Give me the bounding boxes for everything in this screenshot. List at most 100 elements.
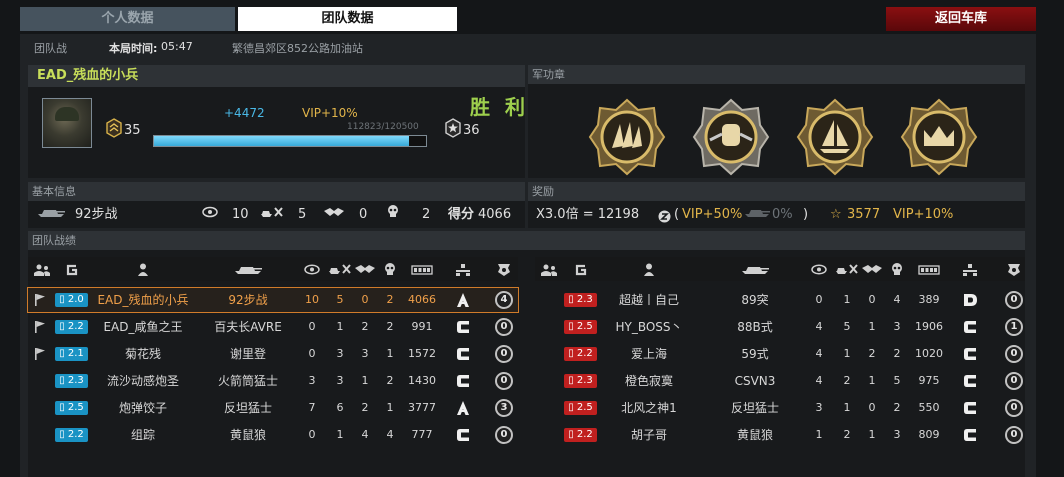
kill-cell: 4	[386, 428, 394, 441]
vehicle-col-icon-svg	[742, 267, 769, 274]
spot-cell: 0	[308, 347, 316, 360]
kill-cell: 3	[893, 428, 901, 441]
player-name-cell[interactable]: 胡子哥	[599, 423, 699, 447]
tab-personal-data[interactable]: 个人数据	[20, 7, 235, 31]
team-col-icon[interactable]	[539, 257, 559, 281]
xp-progress-fill	[154, 136, 409, 146]
basic-info-header: 基本信息	[28, 182, 525, 201]
spot-cell: 0	[308, 428, 316, 441]
table-row[interactable]: ▯ 2.1 菊花残 谢里登 0 3 3 1 1572 0	[28, 342, 518, 366]
ship-medal-icon[interactable]	[796, 98, 874, 176]
table-row[interactable]: ▯ 2.5 HY_BOSS丶 88B式 4 5 1 3 1906 1	[535, 315, 1025, 339]
rank-next: 36	[463, 123, 480, 138]
award-badge: 0	[495, 345, 513, 363]
assist-col-icon-svg	[355, 265, 375, 273]
vehicle-col-icon[interactable]	[705, 257, 805, 281]
wing-medal-icon[interactable]	[588, 98, 666, 176]
score-cell: 389	[918, 293, 940, 306]
team-col-icon[interactable]	[32, 257, 52, 281]
table-row[interactable]: ▯ 2.0 EAD_残血的小兵 92步战 10 5 0 2 4066 4	[27, 287, 519, 313]
player-name-cell[interactable]: 超越丨自己	[599, 288, 699, 312]
kill-col-icon[interactable]	[378, 257, 402, 281]
table-row[interactable]: ▯ 2.3 流沙动感炮圣 火箭筒猛士 3 3 1 2 1430 0	[28, 369, 518, 393]
award-col-icon[interactable]	[490, 257, 518, 281]
spot-col-icon[interactable]	[300, 257, 324, 281]
player-name-cell[interactable]: 爱上海	[599, 342, 699, 366]
damage-col-icon[interactable]	[835, 257, 859, 281]
tab-team-data[interactable]: 团队数据	[238, 7, 457, 31]
player-name-cell[interactable]: 流沙动感炮圣	[88, 369, 198, 393]
vehicle-name-cell: 百夫长AVRE	[214, 320, 282, 334]
team-col-icon-svg	[541, 264, 557, 276]
kill-col-icon[interactable]	[885, 257, 909, 281]
vip-bonus: VIP+10%	[302, 106, 358, 120]
assist-col-icon[interactable]	[860, 257, 884, 281]
assist-cell: 1	[868, 374, 876, 387]
player-name-cell[interactable]: HY_BOSS丶	[599, 315, 699, 339]
player-name-cell[interactable]: 橙色寂寞	[599, 369, 699, 393]
grade-icon	[455, 319, 471, 335]
player-name-cell[interactable]: EAD_咸鱼之王	[88, 315, 198, 339]
table-row[interactable]: ▯ 2.2 爱上海 59式 4 1 2 2 1020 0	[535, 342, 1025, 366]
spot-cell: 10	[305, 293, 319, 306]
award-col-icon[interactable]	[1000, 257, 1028, 281]
left-team-header	[28, 257, 518, 281]
spot-col-icon[interactable]	[807, 257, 831, 281]
skill-col-icon[interactable]	[564, 257, 597, 281]
match-result: 胜 利	[470, 95, 529, 119]
vehicle-col-icon[interactable]	[198, 257, 298, 281]
kill-cell: 2	[386, 293, 394, 306]
table-row[interactable]: ▯ 2.2 EAD_咸鱼之王 百夫长AVRE 0 1 2 2 991 0	[28, 315, 518, 339]
team-stats-label: 团队战绩	[32, 234, 76, 247]
player-name-cell[interactable]: 炮弹饺子	[88, 396, 198, 420]
player-name-cell[interactable]: 组踪	[88, 423, 198, 447]
eye-icon	[202, 204, 218, 226]
damage-col-icon[interactable]	[328, 257, 352, 281]
player-col-icon[interactable]	[599, 257, 699, 281]
player-name-cell[interactable]: 菊花残	[88, 342, 198, 366]
rewards-label: 奖励	[532, 185, 554, 198]
right-team-header	[535, 257, 1025, 281]
skill-col-icon[interactable]	[55, 257, 88, 281]
fist-medal-icon[interactable]	[692, 98, 770, 176]
rewards-row: X3.0倍 = 12198 ( VIP+50% 0% ) ☆ 3577 VIP+…	[528, 204, 1025, 226]
skull-icon	[387, 204, 399, 226]
kill-cell: 5	[893, 374, 901, 387]
table-row[interactable]: ▯ 2.5 炮弹饺子 反坦猛士 7 6 2 1 3777 3	[28, 396, 518, 420]
player-col-icon[interactable]	[88, 257, 198, 281]
score-value: 4066	[478, 207, 512, 222]
vehicle-name-cell: 59式	[741, 347, 769, 361]
kill-cell: 1	[386, 401, 394, 414]
table-row[interactable]: ▯ 2.2 胡子哥 黄鼠狼 1 2 1 3 809 0	[535, 423, 1025, 447]
assist-col-icon[interactable]	[353, 257, 377, 281]
back-to-garage-button[interactable]: 返回车库	[886, 7, 1036, 31]
vehicle-name-cell: 谢里登	[229, 347, 266, 361]
score-col-icon[interactable]	[405, 257, 439, 281]
handshake-icon	[323, 204, 345, 226]
grade-col-icon[interactable]	[448, 257, 478, 281]
damage-cell: 2	[843, 374, 851, 387]
grade-icon	[962, 319, 978, 335]
award-badge: 1	[1005, 318, 1023, 336]
tank-icon	[36, 204, 66, 226]
table-row[interactable]: ▯ 2.3 超越丨自己 89突 0 1 0 4 389 0	[535, 288, 1025, 312]
damage-col-icon-svg	[329, 264, 351, 274]
table-row[interactable]: ▯ 2.2 组踪 黄鼠狼 0 1 4 4 777 0	[28, 423, 518, 447]
score-col-icon[interactable]	[912, 257, 946, 281]
assist-cell: 1	[868, 428, 876, 441]
table-row[interactable]: ▯ 2.5 北风之神1 反坦猛士 3 1 0 2 550 0	[535, 396, 1025, 420]
score-cell: 1020	[915, 347, 943, 360]
skill-rating-badge: ▯ 2.2	[564, 347, 597, 361]
crown-medal-icon[interactable]	[900, 98, 978, 176]
spot-cell: 4	[815, 320, 823, 333]
grade-col-icon-svg	[456, 263, 470, 276]
skill-rating-badge: ▯ 2.0	[55, 293, 88, 307]
damage-col-icon-svg	[836, 264, 858, 274]
score-cell: 1906	[915, 320, 943, 333]
table-row[interactable]: ▯ 2.3 橙色寂寞 CSVN3 4 2 1 5 975 0	[535, 369, 1025, 393]
spot-cell: 3	[308, 374, 316, 387]
player-name-cell[interactable]: EAD_残血的小兵	[88, 288, 198, 312]
skill-rating-badge: ▯ 2.2	[55, 428, 88, 442]
grade-col-icon[interactable]	[955, 257, 985, 281]
player-name-cell[interactable]: 北风之神1	[599, 396, 699, 420]
